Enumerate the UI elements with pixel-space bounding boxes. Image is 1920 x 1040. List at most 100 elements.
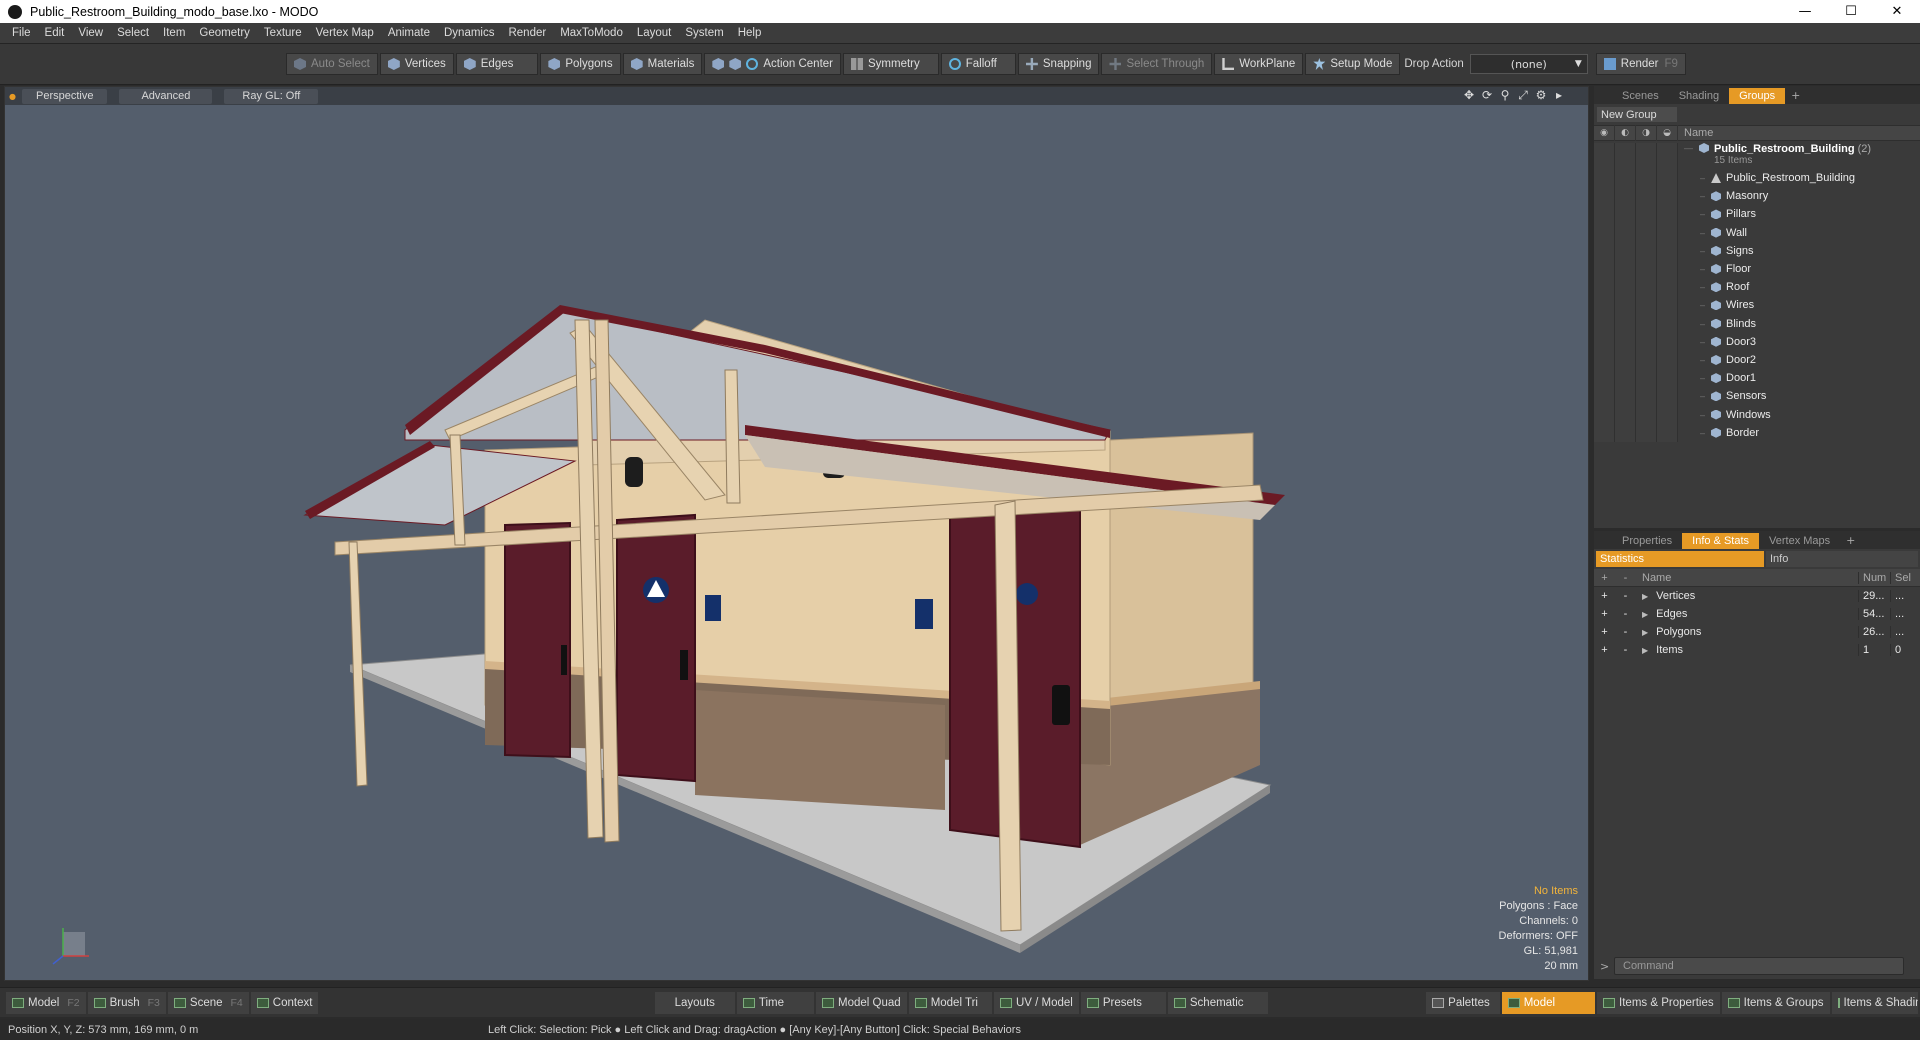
setup-mode-button[interactable]: Setup Mode: [1305, 53, 1401, 75]
mode-context-button[interactable]: Context: [250, 991, 319, 1014]
zoom-icon[interactable]: ⚲: [1496, 88, 1514, 103]
group-item[interactable]: – Wall: [1594, 223, 1920, 242]
new-group-button[interactable]: New Group: [1597, 107, 1677, 122]
menu-layout[interactable]: Layout: [637, 27, 672, 39]
vertices-button[interactable]: Vertices: [379, 53, 454, 75]
lock-column-icon[interactable]: ◑: [1636, 125, 1657, 141]
remove-icon[interactable]: -: [1615, 590, 1636, 602]
menu-vertex-map[interactable]: Vertex Map: [316, 27, 374, 39]
lock-toggle-icon[interactable]: [1636, 143, 1657, 169]
menu-maxtomodo[interactable]: MaxToModo: [560, 27, 623, 39]
menu-help[interactable]: Help: [738, 27, 762, 39]
group-item[interactable]: – Signs: [1594, 241, 1920, 260]
add-icon[interactable]: +: [1594, 626, 1615, 638]
render-button[interactable]: Render F9: [1595, 53, 1686, 75]
falloff-button[interactable]: Falloff: [940, 53, 1016, 75]
expand-arrow-icon[interactable]: ▶: [1642, 628, 1648, 637]
mode-model-button[interactable]: Model F2: [6, 991, 86, 1014]
items-properties-button[interactable]: Items & Properties: [1597, 991, 1720, 1014]
palettes-button[interactable]: Palettes: [1426, 991, 1500, 1014]
tab-vertex-maps[interactable]: Vertex Maps: [1759, 533, 1840, 549]
group-item[interactable]: – Sensors: [1594, 387, 1920, 406]
group-item[interactable]: – Wires: [1594, 296, 1920, 315]
raygl-tab[interactable]: Ray GL: Off: [224, 88, 319, 104]
menu-texture[interactable]: Texture: [264, 27, 302, 39]
rotate-icon[interactable]: ⟳: [1478, 88, 1496, 103]
collapse-icon[interactable]: —: [1684, 143, 1693, 153]
auto-select-button[interactable]: Auto Select: [286, 53, 378, 75]
add-icon[interactable]: +: [1594, 608, 1615, 620]
remove-icon[interactable]: -: [1615, 626, 1636, 638]
restroom-building-model[interactable]: [5, 105, 1589, 981]
select-toggle-icon[interactable]: [1657, 143, 1678, 169]
group-item[interactable]: – Windows: [1594, 405, 1920, 424]
expand-all-icon[interactable]: +: [1594, 572, 1615, 584]
group-item[interactable]: – Blinds: [1594, 314, 1920, 333]
group-root[interactable]: — Public_Restroom_Building (2) 15 Items: [1594, 141, 1920, 169]
maximize-viewport-icon[interactable]: ⤢: [1514, 88, 1532, 103]
drop-action-select[interactable]: (none) ▼: [1469, 54, 1588, 74]
tab-shading[interactable]: Shading: [1669, 88, 1729, 104]
group-item[interactable]: – Public_Restroom_Building: [1594, 169, 1920, 188]
mode-scene-button[interactable]: Scene F4: [167, 991, 249, 1014]
maximize-button[interactable]: ☐: [1828, 0, 1874, 23]
add-tab-icon[interactable]: +: [1840, 534, 1861, 547]
render-toggle-icon[interactable]: [1615, 143, 1636, 169]
snapping-button[interactable]: Snapping: [1017, 53, 1100, 75]
model-quad-button[interactable]: Model Quad: [816, 991, 907, 1014]
schematic-button[interactable]: Schematic: [1167, 991, 1268, 1014]
visibility-column-icon[interactable]: ◉: [1594, 125, 1615, 141]
shading-tab[interactable]: Advanced: [119, 88, 213, 104]
remove-icon[interactable]: -: [1615, 608, 1636, 620]
expand-arrow-icon[interactable]: ▶: [1642, 610, 1648, 619]
menu-animate[interactable]: Animate: [388, 27, 430, 39]
menu-file[interactable]: File: [12, 27, 31, 39]
items-shading-button[interactable]: Items & Shading: [1831, 991, 1918, 1014]
minimize-button[interactable]: —: [1782, 0, 1828, 23]
materials-button[interactable]: Materials: [622, 53, 703, 75]
menu-dynamics[interactable]: Dynamics: [444, 27, 494, 39]
polygons-button[interactable]: Polygons: [540, 53, 621, 75]
select-through-button[interactable]: Select Through: [1101, 53, 1213, 75]
model-layout-button[interactable]: Model: [1501, 991, 1596, 1014]
uv-model-button[interactable]: UV / Model: [993, 991, 1079, 1014]
action-center-button[interactable]: Action Center: [704, 53, 842, 75]
items-groups-button[interactable]: Items & Groups: [1721, 991, 1830, 1014]
viewport-more-icon[interactable]: ▸: [1550, 88, 1568, 103]
menu-render[interactable]: Render: [508, 27, 546, 39]
group-item[interactable]: – Door2: [1594, 350, 1920, 370]
group-item[interactable]: – Border: [1594, 423, 1920, 442]
menu-geometry[interactable]: Geometry: [199, 27, 250, 39]
stats-row-items[interactable]: + - ▶ Items 1 0: [1594, 641, 1920, 659]
expand-arrow-icon[interactable]: ▶: [1642, 646, 1648, 655]
tab-scenes[interactable]: Scenes: [1612, 88, 1669, 104]
group-item[interactable]: – Pillars: [1594, 205, 1920, 224]
group-item[interactable]: – Door3: [1594, 332, 1920, 351]
collapse-all-icon[interactable]: -: [1615, 572, 1636, 584]
stats-row-edges[interactable]: + - ▶ Edges 54... ...: [1594, 605, 1920, 623]
close-button[interactable]: ✕: [1874, 0, 1920, 23]
tab-info-stats[interactable]: Info & Stats: [1682, 533, 1760, 549]
time-button[interactable]: Time: [736, 991, 815, 1014]
stats-row-polygons[interactable]: + - ▶ Polygons 26... ...: [1594, 623, 1920, 641]
eye-icon[interactable]: [1594, 143, 1615, 169]
statistics-subtab[interactable]: Statistics: [1596, 551, 1764, 567]
group-item[interactable]: – Door1: [1594, 369, 1920, 388]
group-item[interactable]: – Masonry: [1594, 187, 1920, 206]
viewport-settings-icon[interactable]: ⚙: [1532, 88, 1550, 103]
info-subtab[interactable]: Info: [1766, 551, 1918, 567]
menu-system[interactable]: System: [685, 27, 723, 39]
add-icon[interactable]: +: [1594, 644, 1615, 656]
menu-select[interactable]: Select: [117, 27, 149, 39]
render-column-icon[interactable]: ◐: [1615, 125, 1636, 141]
workplane-button[interactable]: WorkPlane: [1214, 53, 1304, 75]
view-type-tab[interactable]: Perspective: [21, 88, 108, 104]
menu-edit[interactable]: Edit: [45, 27, 65, 39]
select-column-icon[interactable]: ◒: [1657, 125, 1678, 141]
menu-item[interactable]: Item: [163, 27, 185, 39]
edges-button[interactable]: Edges: [455, 53, 539, 75]
model-tri-button[interactable]: Model Tri: [908, 991, 992, 1014]
command-input[interactable]: Command: [1614, 957, 1904, 975]
add-icon[interactable]: +: [1594, 590, 1615, 602]
stats-row-vertices[interactable]: + - ▶ Vertices 29... ...: [1594, 587, 1920, 605]
